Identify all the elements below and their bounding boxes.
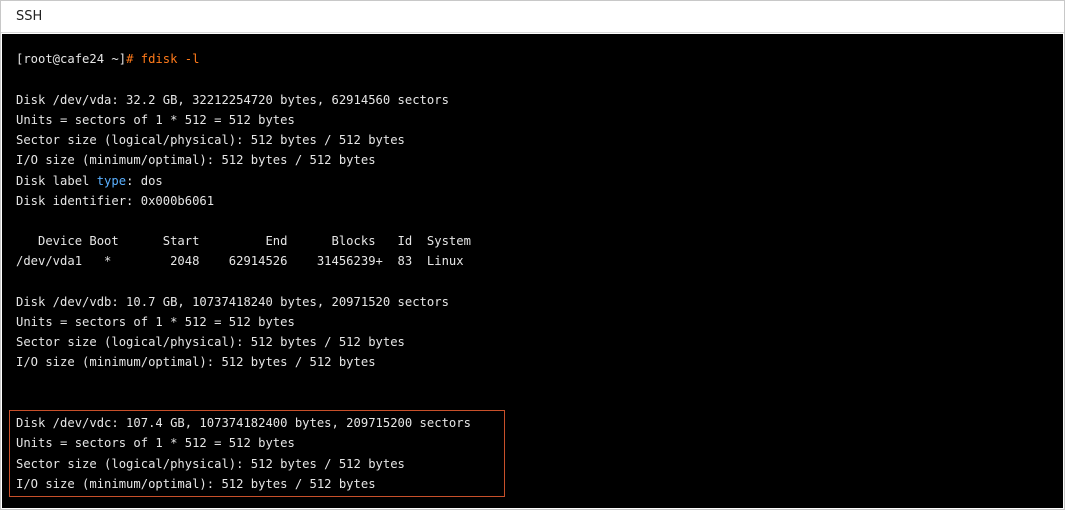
partition-table-header: Device Boot Start End Blocks Id System xyxy=(16,234,471,248)
vdb-io-size-line: I/O size (minimum/optimal): 512 bytes / … xyxy=(16,355,376,369)
window-titlebar: SSH xyxy=(1,1,1064,33)
shell-prompt: [root@cafe24 ~] xyxy=(16,52,127,66)
vdc-units-line: Units = sectors of 1 * 512 = 512 bytes xyxy=(16,436,295,450)
vdb-sector-size-line: Sector size (logical/physical): 512 byte… xyxy=(16,335,405,349)
vdc-sector-size-line: Sector size (logical/physical): 512 byte… xyxy=(16,457,405,471)
label-prefix: Disk label xyxy=(16,174,97,188)
ssh-window: SSH [root@cafe24 ~]# fdisk -l Disk /dev/… xyxy=(0,0,1065,510)
vdc-header-line: Disk /dev/vdc: 107.4 GB, 107374182400 by… xyxy=(16,416,471,430)
vdb-header-line: Disk /dev/vdb: 10.7 GB, 10737418240 byte… xyxy=(16,295,449,309)
vda-sector-size-line: Sector size (logical/physical): 512 byte… xyxy=(16,133,405,147)
vda-io-size-line: I/O size (minimum/optimal): 512 bytes / … xyxy=(16,153,376,167)
partition-row: /dev/vda1 * 2048 62914526 31456239+ 83 L… xyxy=(16,254,464,268)
prompt-line: [root@cafe24 ~]# fdisk -l xyxy=(16,49,199,69)
vdb-units-line: Units = sectors of 1 * 512 = 512 bytes xyxy=(16,315,295,329)
window-title: SSH xyxy=(16,9,43,24)
vda-label-line: Disk label type: dos xyxy=(16,171,163,191)
vdc-io-size-line: I/O size (minimum/optimal): 512 bytes / … xyxy=(16,477,376,491)
vda-header-line: Disk /dev/vda: 32.2 GB, 32212254720 byte… xyxy=(16,93,449,107)
label-type-keyword: type xyxy=(96,174,127,188)
label-suffix: : dos xyxy=(126,174,163,188)
terminal-output[interactable]: [root@cafe24 ~]# fdisk -l Disk /dev/vda:… xyxy=(2,34,1063,508)
vda-identifier-line: Disk identifier: 0x000b6061 xyxy=(16,194,215,208)
vda-units-line: Units = sectors of 1 * 512 = 512 bytes xyxy=(16,113,295,127)
fdisk-command: # fdisk -l xyxy=(126,52,200,66)
